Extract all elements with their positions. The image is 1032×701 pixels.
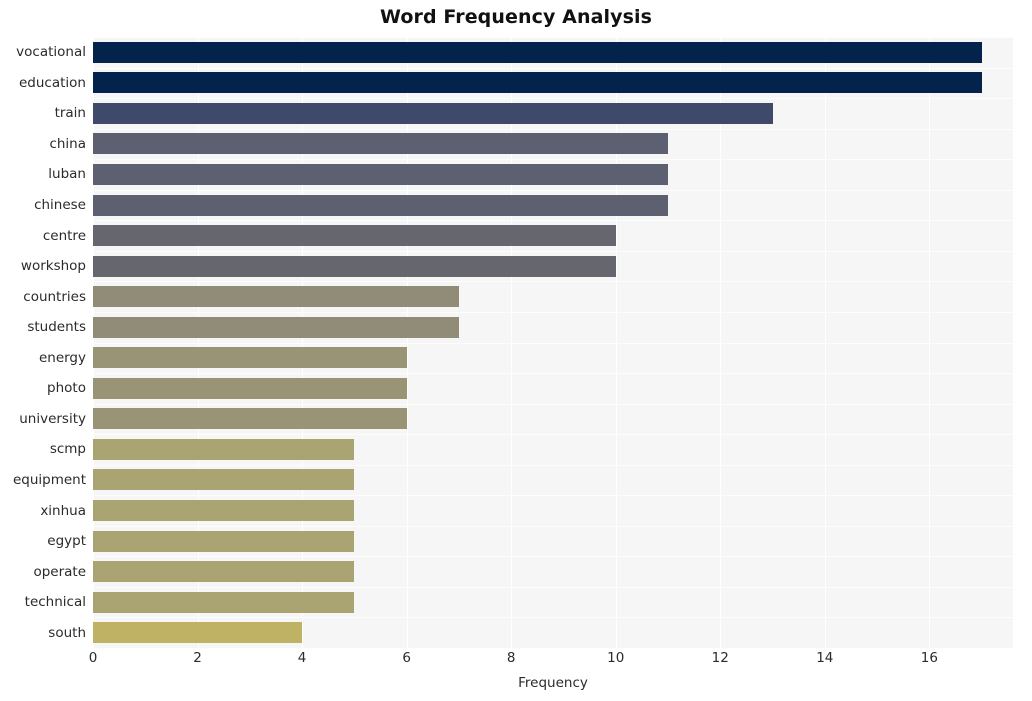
gridline-horizontal-2	[93, 98, 1013, 100]
gridline-horizontal-13	[93, 434, 1013, 436]
bar	[93, 72, 982, 94]
bar	[93, 194, 668, 216]
x-axis-tick-labels: 0 2 4 6 8 10 12 14 16	[89, 650, 1013, 672]
bar	[93, 133, 668, 155]
bar	[93, 163, 668, 185]
gridline-horizontal-18	[93, 586, 1013, 588]
bar	[93, 102, 773, 124]
bar	[93, 286, 459, 308]
y-axis-label: photo	[47, 380, 86, 397]
gridline-horizontal-9	[93, 311, 1013, 313]
gridline-horizontal-1	[93, 67, 1013, 69]
x-axis-tick-label: 16	[920, 650, 938, 666]
gridline-horizontal-10	[93, 342, 1013, 344]
bar	[93, 347, 407, 369]
gridline-horizontal-15	[93, 495, 1013, 497]
gridline-horizontal-16	[93, 525, 1013, 527]
gridline-horizontal-11	[93, 373, 1013, 375]
y-axis-label: vocational	[16, 44, 86, 61]
bar	[93, 255, 616, 277]
y-axis-label: equipment	[12, 471, 86, 488]
y-axis-label: train	[54, 105, 86, 122]
x-axis-title: Frequency	[518, 675, 588, 691]
y-axis-label: university	[19, 410, 86, 427]
x-axis-tick-label: 6	[402, 650, 411, 666]
bar	[93, 500, 355, 522]
chart-title: Word Frequency Analysis	[379, 6, 653, 28]
bar	[93, 225, 616, 247]
plot-area	[93, 37, 1013, 649]
bar	[93, 438, 355, 460]
bar	[93, 377, 407, 399]
gridline-horizontal-5	[93, 189, 1013, 191]
y-axis-label: scmp	[49, 441, 86, 458]
bar	[93, 530, 355, 552]
x-axis-tick-label: 0	[88, 650, 98, 666]
x-axis-tick-label: 10	[607, 650, 625, 666]
bar	[93, 316, 459, 338]
gridline-horizontal-19	[93, 617, 1013, 619]
y-axis-label: south	[48, 624, 86, 641]
gridline-horizontal-14	[93, 464, 1013, 466]
x-axis-tick-label: 12	[711, 650, 729, 666]
bar	[93, 408, 407, 430]
gridline-horizontal-6	[93, 220, 1013, 222]
y-axis-label: centre	[42, 227, 86, 244]
y-axis-label: chinese	[34, 197, 86, 214]
gridline-horizontal-0	[93, 37, 1013, 38]
y-axis-label: technical	[24, 594, 86, 611]
y-axis-label: luban	[48, 166, 86, 183]
bar	[93, 469, 355, 491]
bar	[93, 591, 355, 613]
gridline-horizontal-4	[93, 159, 1013, 161]
bar	[93, 41, 982, 63]
x-axis-tick-label: 4	[297, 650, 307, 666]
y-axis-label: energy	[38, 349, 86, 366]
x-axis-tick-label: 14	[816, 650, 834, 666]
x-axis-tick-label: 8	[506, 650, 516, 666]
y-axis-label: xinhua	[40, 502, 86, 519]
y-axis-label: education	[19, 74, 86, 91]
y-axis-label: egypt	[47, 533, 86, 550]
y-axis-label: china	[49, 135, 86, 152]
gridline-horizontal-20	[93, 648, 1013, 649]
y-axis-label: countries	[23, 288, 86, 305]
bar	[93, 622, 303, 644]
word-frequency-chart-figure: Word Frequency Analysis vocational educat…	[0, 0, 1032, 701]
y-axis-label: students	[27, 319, 86, 336]
gridline-horizontal-8	[93, 281, 1013, 283]
gridline-horizontal-12	[93, 403, 1013, 405]
gridline-horizontal-3	[93, 128, 1013, 130]
gridline-horizontal-7	[93, 250, 1013, 252]
y-axis-tick-labels: vocational education train china luban chines…	[0, 37, 86, 648]
y-axis-label: workshop	[20, 258, 86, 275]
gridline-horizontal-17	[93, 556, 1013, 558]
x-axis-tick-label: 2	[193, 650, 202, 666]
bar	[93, 561, 355, 583]
y-axis-label: operate	[33, 563, 86, 580]
